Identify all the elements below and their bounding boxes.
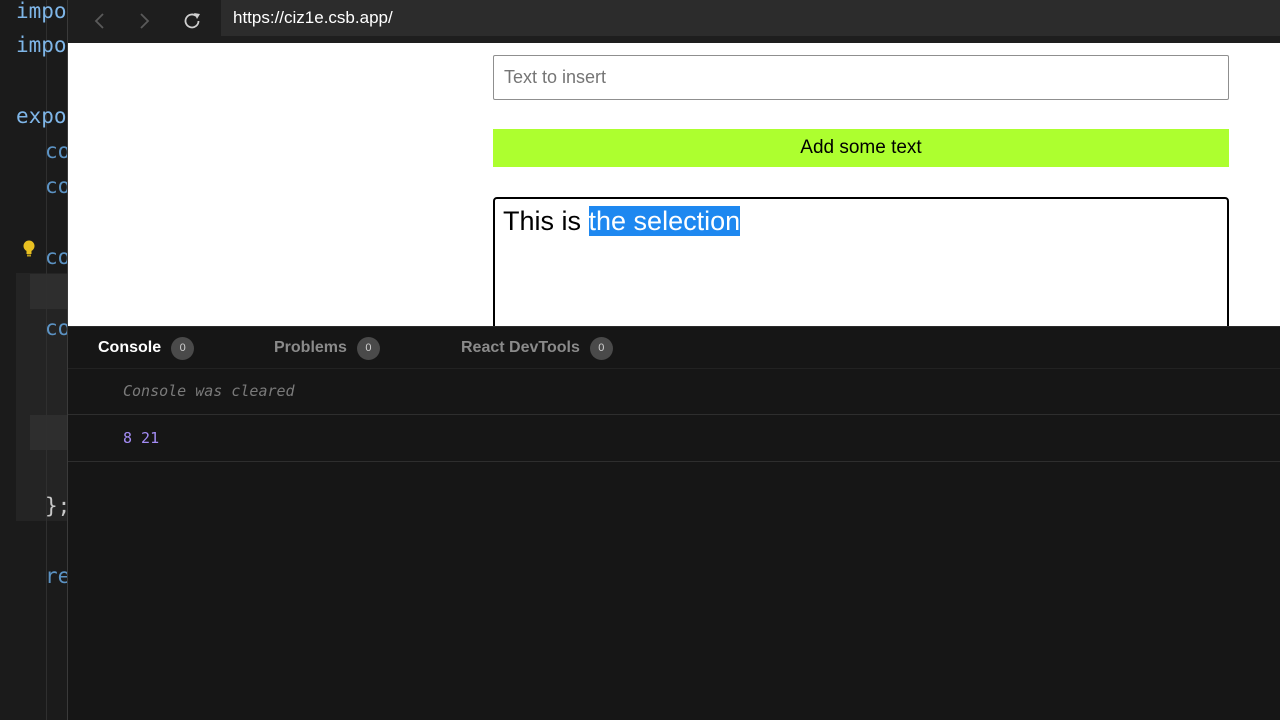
code-editor[interactable]: impo impo expo co co co co }; re (0, 0, 68, 720)
url-text: https://ciz1e.csb.app/ (233, 8, 393, 27)
back-button[interactable] (87, 9, 111, 33)
selected-text: the selection (588, 206, 741, 236)
address-bar[interactable]: https://ciz1e.csb.app/ (221, 0, 1280, 36)
console-log-row: 8 21 (68, 415, 1280, 462)
tab-react-devtools-count: 0 (589, 336, 613, 360)
add-button-label: Add some text (800, 137, 922, 158)
browser-toolbar: https://ciz1e.csb.app/ (68, 0, 1280, 43)
tab-problems-label: Problems (274, 339, 347, 356)
reload-icon (184, 13, 200, 29)
add-some-text-button[interactable]: Add some text (493, 129, 1229, 167)
code-line: impo (16, 0, 67, 23)
preview-page: Add some text This is the selection (68, 43, 1280, 326)
code-line: }; (45, 494, 68, 518)
tab-problems-count: 0 (356, 336, 380, 360)
tab-problems[interactable]: Problems 0 (274, 336, 380, 360)
tab-react-devtools-label: React DevTools (461, 339, 580, 356)
editable-text-area[interactable]: This is the selection (493, 197, 1229, 326)
code-line: co (45, 174, 68, 198)
current-line-highlight (30, 415, 68, 450)
tab-console-label: Console (98, 339, 162, 356)
console-cleared-row: Console was cleared (68, 369, 1280, 415)
code-block-highlight (16, 273, 68, 521)
code-line: expo (16, 104, 67, 128)
tab-react-devtools[interactable]: React DevTools 0 (461, 336, 613, 360)
tab-console[interactable]: Console 0 (98, 336, 195, 360)
chevron-right-icon (140, 13, 150, 29)
chevron-left-icon (94, 13, 104, 29)
forward-button[interactable] (133, 9, 157, 33)
editable-text: This is (503, 206, 589, 236)
code-line: re (45, 564, 68, 588)
text-to-insert-input[interactable] (493, 55, 1229, 100)
lightbulb-icon[interactable] (22, 239, 36, 259)
devtools-panel: Console 0 Problems 0 React DevTools 0 Co… (68, 326, 1280, 720)
reload-button[interactable] (180, 9, 204, 33)
code-line: co (45, 316, 68, 340)
code-line: impo (16, 33, 67, 57)
console-cleared-text: Console was cleared (123, 382, 295, 400)
code-line: co (45, 245, 68, 269)
devtools-tabs: Console 0 Problems 0 React DevTools 0 (68, 327, 1280, 369)
code-line: co (45, 139, 68, 163)
console-log-text: 8 21 (123, 429, 160, 447)
current-line-highlight (30, 274, 68, 309)
tab-console-count: 0 (171, 336, 195, 360)
